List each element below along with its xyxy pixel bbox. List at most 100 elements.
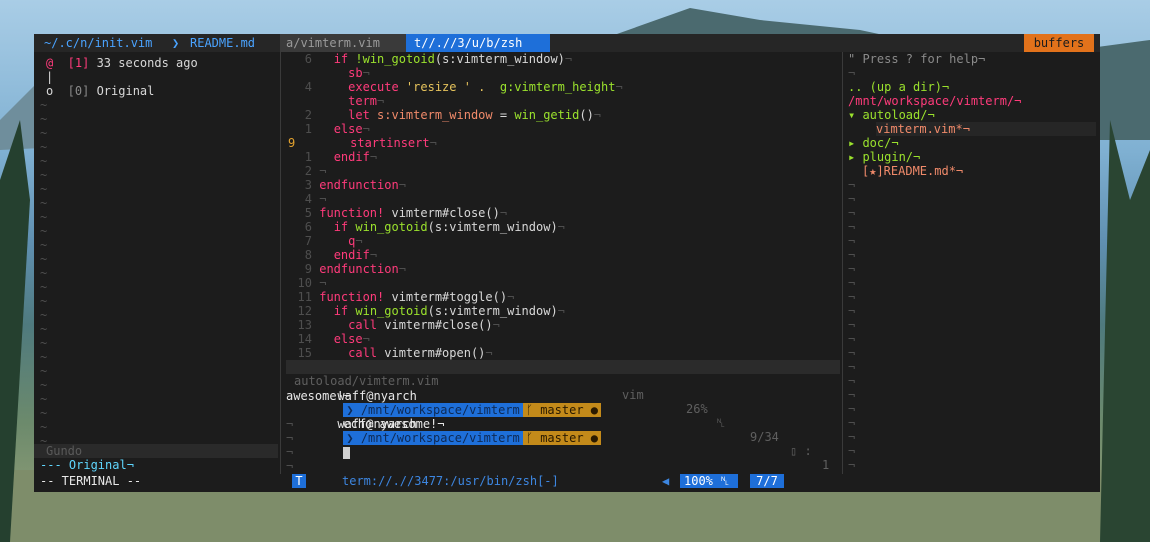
eol-marker: ¬ [362,332,370,346]
undo-entry[interactable]: | [46,70,53,84]
terminal-percent: 100% ␤ [680,474,738,488]
code-line[interactable]: 5 function! vimterm#close()¬ [286,206,507,220]
eol-marker: ¬ [362,66,370,80]
terminal-lines: 7/7 [750,474,784,488]
code-line[interactable]: 13 call vimterm#close()¬ [286,318,500,332]
code-line[interactable]: 1 else¬ [286,122,370,136]
tree-item[interactable]: vimterm.vim*¬ [876,122,1096,136]
terminal-pane[interactable]: waff@nyarch ❯ /mnt/workspace/vimterm ᚴ ma… [286,374,842,474]
empty-line-marker: ¬ [848,360,856,374]
code-line[interactable]: 7 q¬ [286,234,363,248]
terminal-cursor[interactable] [343,446,351,459]
code-line[interactable]: sb¬ [286,66,370,80]
code-line[interactable]: 14 else¬ [286,332,370,346]
code-line[interactable]: 15 call vimterm#open()¬ [286,346,493,360]
tree-item[interactable]: ▾ autoload/¬ [848,108,935,122]
code-line[interactable]: 2 let s:vimterm_window = win_getid()¬ [286,108,601,122]
line-number: 2 [304,164,312,178]
empty-line-marker: ~ [40,350,48,364]
code-statusline: autoload/vimterm.vim vim 26% ␤ 9/34 ▯ : … [286,360,840,472]
code-line[interactable]: 12 if win_gotoid(s:vimterm_window)¬ [286,304,565,318]
undo-number: [0] [53,84,90,98]
empty-line-marker: ~ [40,294,48,308]
code-token: s:vimterm_window [377,108,493,122]
line-number: 13 [297,318,312,332]
tree-root[interactable]: /mnt/workspace/vimterm/¬ [848,94,1021,108]
indent-guide [312,304,334,318]
code-token: call [348,318,385,332]
separator-icon: ◀ [662,474,670,488]
code-line[interactable]: 6 if !win_gotoid(s:vimterm_window)¬ [286,52,572,66]
empty-line-marker: ¬ [286,445,294,459]
tree-help[interactable]: " Press ? for help¬ [848,52,985,66]
empty-line-marker: ¬ [848,178,856,192]
indent-guide [312,234,348,248]
code-line[interactable]: 11 function! vimterm#toggle()¬ [286,290,515,304]
undo-entry[interactable]: o [0] Original [46,84,154,98]
empty-line-marker: ~ [40,266,48,280]
code-line[interactable]: 6 if win_gotoid(s:vimterm_window)¬ [286,220,565,234]
code-token: call [348,346,385,360]
tab-vimterm-vim[interactable]: a/vimterm.vim [280,34,406,52]
tab-readme[interactable]: README.md [190,34,255,52]
tree-up-dir[interactable]: .. (up a dir)¬ [848,80,949,94]
line-number: 12 [297,304,312,318]
code-line[interactable]: 9 endfunction¬ [286,262,406,276]
empty-line-marker: ¬ [848,416,856,430]
eol-marker: ¬ [398,178,406,192]
code-token: let [348,108,378,122]
file-tree-pane[interactable]: " Press ? for help¬ ¬.. (up a dir)¬/mnt/w… [846,52,1100,478]
tab-zsh-active[interactable]: t//.//3/u/b/zsh [406,34,550,52]
line-number: 6 [304,220,312,234]
split-border [842,52,843,474]
code-token: (s:vimterm_window) [427,220,558,234]
code-token: term [348,94,378,108]
eol-marker: ¬ [362,122,370,136]
code-line[interactable]: 10 ¬ [286,276,327,290]
prompt-line-2: waff@nyarch ❯ /mnt/workspace/vimterm ᚴ ma… [294,403,601,459]
code-line[interactable]: 4 execute 'resize ' . g:vimterm_height¬ [286,80,623,94]
empty-line-marker[interactable]: ¬ [848,66,855,80]
code-line[interactable]: 8 endif¬ [286,248,377,262]
eol-marker: ¬ [564,52,573,66]
code-line[interactable]: 9 startinsert¬ [286,136,437,150]
code-token: function! [319,206,392,220]
code-line[interactable]: 4 ¬ [286,192,327,206]
empty-line-marker: ~ [40,280,48,294]
undo-number: [1] [53,56,90,70]
code-token: 'resize ' . [405,80,500,94]
empty-line-marker: ¬ [848,332,856,346]
eol-marker: ¬ [319,164,327,178]
empty-line-marker: ¬ [848,248,856,262]
code-token: (s:vimterm_window) [434,52,565,66]
empty-line-marker: ~ [40,336,48,350]
line-number: 7 [304,234,312,248]
line-number: 15 [297,346,312,360]
line-number: 9 [288,136,296,150]
gundo-preview: --- Original¬ [40,458,134,472]
code-token: sb [348,66,363,80]
code-line[interactable]: term¬ [286,94,384,108]
eol-marker: ¬ [377,94,385,108]
code-line[interactable]: 3 endfunction¬ [286,178,406,192]
line-number: 5 [304,206,312,220]
buffers-indicator[interactable]: buffers [1024,34,1094,52]
empty-line-marker: ¬ [848,444,856,458]
code-token: = [492,108,515,122]
empty-line-marker: ¬ [848,290,856,304]
code-line[interactable]: 2 ¬ [286,164,327,178]
code-pane[interactable]: 6 if !win_gotoid(s:vimterm_window)¬ sb¬ 4… [286,52,842,362]
tree-item[interactable]: ▸ doc/¬ [848,136,899,150]
indent-guide [312,80,348,94]
prompt-path: ❯ /mnt/workspace/vimterm [343,431,523,445]
tab-init-vim[interactable]: ~/.c/n/init.vim [44,34,152,52]
tree-item[interactable]: ▸ plugin/¬ [848,150,920,164]
code-line[interactable]: 1 endif¬ [286,150,377,164]
undo-entry[interactable]: @ [1] 33 seconds ago [46,56,198,70]
undo-marker: | [46,70,54,84]
empty-line-marker: ¬ [848,304,856,318]
gundo-pane[interactable]: @ [1] 33 seconds ago | o [0] Original ~ ~ ~ ~ ~… [34,52,278,478]
code-token: () [478,318,493,332]
tree-item[interactable]: [★]README.md*¬ [862,164,963,178]
collapsed-folder-icon: ▸ [848,150,863,164]
